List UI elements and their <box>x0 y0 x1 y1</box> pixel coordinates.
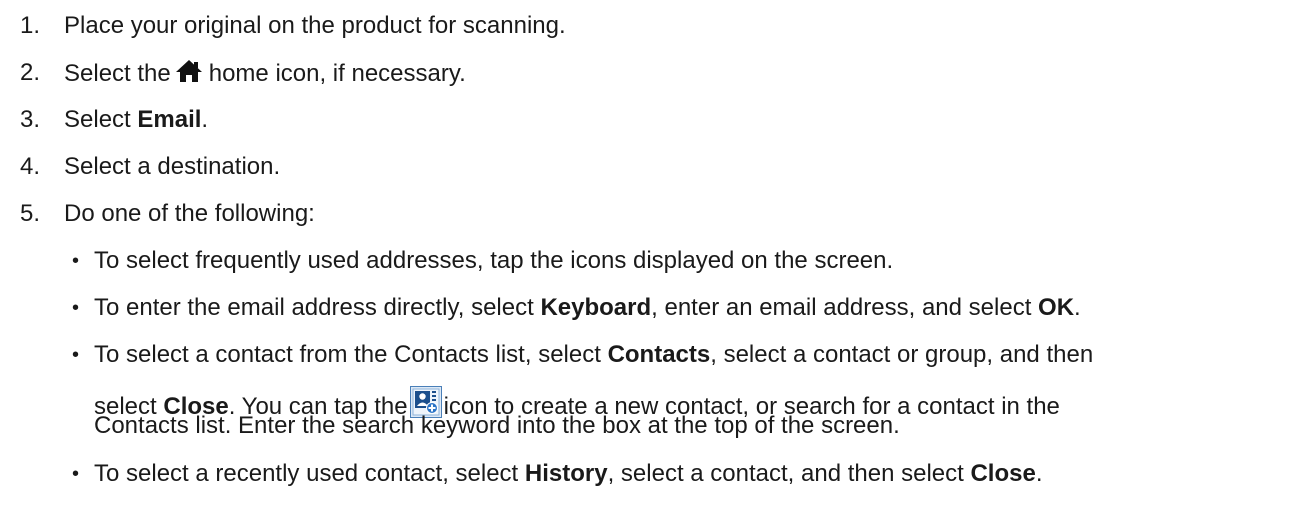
bullet-text: To select a contact from the Contacts li… <box>94 341 1093 369</box>
bullet-text: Contacts list. Enter the search keyword … <box>94 412 900 439</box>
email-label: Email <box>137 106 202 133</box>
step-text-post: home icon, if necessary. <box>208 60 466 87</box>
bullet-text-mid: , select a contact, and then select <box>607 460 971 487</box>
step-text: Do one of the following: <box>64 200 315 227</box>
keyboard-label: Keyboard <box>540 294 652 321</box>
step-text-pre: Select <box>64 106 138 133</box>
step-text: Select Email. <box>64 106 208 134</box>
close-label: Close <box>970 460 1036 487</box>
bullet-text: To select a recently used contact, selec… <box>94 460 1043 488</box>
bullet-text-pre: To select a contact from the Contacts li… <box>94 341 608 368</box>
bullet-text-post: . <box>1035 460 1043 487</box>
step-number: 4. <box>20 153 41 180</box>
bullet-dot: • <box>72 250 80 272</box>
step-number: 3. <box>20 106 41 133</box>
bullet-text: To select frequently used addresses, tap… <box>94 247 894 274</box>
history-label: History <box>524 460 608 487</box>
bullet-dot: • <box>72 297 80 319</box>
step-text: Select a destination. <box>64 153 281 180</box>
step-number: 5. <box>20 200 41 227</box>
step-text: Select the home icon, if necessary. <box>64 59 466 88</box>
bullet-text: To enter the email address directly, sel… <box>94 294 1081 322</box>
ok-label: OK <box>1038 294 1075 321</box>
bullet-dot: • <box>72 344 80 366</box>
step-number: 2. <box>20 59 41 86</box>
bullet-text-post: , select a contact or group, and then <box>710 341 1094 368</box>
step-text: Place your original on the product for s… <box>64 12 566 39</box>
bullet-text-pre: To enter the email address directly, sel… <box>94 294 541 321</box>
step-text-post: . <box>201 106 209 133</box>
bullet-dot: • <box>72 463 80 485</box>
contacts-label: Contacts <box>607 341 711 368</box>
step-number: 1. <box>20 12 41 39</box>
step-text-pre: Select the <box>64 60 171 87</box>
bullet-text-post: . <box>1074 294 1081 321</box>
home-icon <box>175 60 202 82</box>
bullet-text-pre: To select a recently used contact, selec… <box>94 460 525 487</box>
instructions-page: 1. Place your original on the product fo… <box>0 0 1309 505</box>
bullet-text-mid: , enter an email address, and select <box>651 294 1039 321</box>
